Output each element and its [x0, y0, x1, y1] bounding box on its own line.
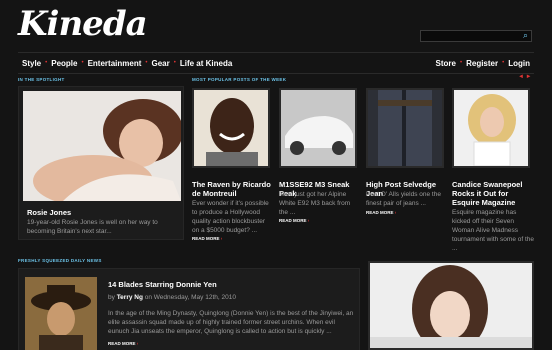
post-image — [368, 90, 442, 166]
read-more-link[interactable]: READ MORE › — [366, 210, 396, 215]
read-more-label: READ MORE — [366, 210, 394, 215]
byline-prefix: by — [108, 294, 115, 301]
main-nav: Style • People • Entertainment • Gear • … — [18, 52, 534, 74]
spotlight-text: 19-year-old Rosie Jones is well on her w… — [27, 219, 158, 235]
post-text: Ever wonder if it's possible to produce … — [192, 200, 269, 234]
popular-post[interactable]: M1SSE92 M3 Sneak Peak Tami just got her … — [279, 88, 359, 224]
post-text: Tami just got her Alpine White E92 M3 ba… — [279, 191, 351, 216]
arrow-icon: › — [136, 341, 139, 346]
nav-item-register[interactable]: Register — [462, 59, 502, 68]
nav-item-people[interactable]: People — [47, 59, 81, 68]
spotlight-label: IN THE SPOTLIGHT — [18, 77, 65, 82]
carousel-arrows[interactable]: ◄ ► — [518, 74, 532, 80]
nav-item-entertainment[interactable]: Entertainment — [84, 59, 146, 68]
post-thumbnail[interactable] — [192, 88, 270, 168]
arrow-icon: › — [307, 218, 310, 223]
popular-post[interactable]: Candice Swanepoel Rocks it Out for Esqui… — [452, 88, 538, 252]
nav-item-store[interactable]: Store — [432, 59, 460, 68]
news-byline: by Terry Ng on Wednesday, May 12th, 2010 — [108, 294, 236, 301]
read-more-label: READ MORE — [279, 218, 307, 223]
site-header: Kineda ⌕ Style • People • Entertainment … — [0, 0, 552, 80]
post-image — [281, 90, 355, 166]
featured-image — [370, 263, 532, 348]
read-more-link[interactable]: READ MORE › — [192, 236, 222, 241]
nav-item-life-at-kineda[interactable]: Life at Kineda — [176, 59, 236, 68]
post-text: Post O' Alls yields one the finest pair … — [366, 191, 441, 207]
post-title[interactable]: Candice Swanepoel Rocks it Out for Esqui… — [452, 180, 536, 207]
post-image — [454, 90, 528, 166]
search-icon[interactable]: ⌕ — [523, 30, 528, 41]
search-input[interactable]: ⌕ — [420, 30, 532, 42]
nav-right: Store • Register • Login — [432, 59, 534, 68]
nav-item-gear[interactable]: Gear — [147, 59, 173, 68]
popular-post[interactable]: The Raven by Ricardo de Montreuil Ever w… — [192, 88, 272, 244]
spotlight-image — [23, 91, 181, 201]
site-logo[interactable]: Kineda — [18, 4, 148, 44]
arrow-icon: › — [220, 236, 223, 241]
featured-photo[interactable] — [368, 261, 534, 350]
news-photo[interactable] — [25, 277, 97, 350]
post-thumbnail[interactable] — [366, 88, 444, 168]
post-title[interactable]: The Raven by Ricardo de Montreuil — [192, 180, 276, 198]
read-more-label: READ MORE — [192, 236, 220, 241]
fresh-label: FRESHLY SQUEEZED DAILY NEWS — [18, 258, 102, 263]
spotlight-photo[interactable] — [23, 91, 181, 201]
news-card[interactable]: 14 Blades Starring Donnie Yen by Terry N… — [18, 268, 360, 350]
read-more-link[interactable]: READ MORE › — [108, 341, 138, 346]
arrow-icon: › — [394, 210, 397, 215]
post-thumbnail[interactable] — [452, 88, 530, 168]
post-text: Esquire magazine has kicked off their Se… — [452, 209, 535, 252]
news-image — [25, 277, 97, 350]
read-more-label: READ MORE — [108, 341, 136, 346]
post-thumbnail[interactable] — [279, 88, 357, 168]
post-image — [194, 90, 268, 166]
nav-left: Style • People • Entertainment • Gear • … — [18, 59, 236, 68]
news-author[interactable]: Terry Ng — [117, 294, 143, 301]
popular-label: MOST POPULAR POSTS OF THE WEEK — [192, 77, 287, 82]
spotlight-card[interactable]: Rosie Jones 19-year-old Rosie Jones is w… — [18, 86, 184, 240]
spotlight-title[interactable]: Rosie Jones — [27, 208, 71, 217]
read-more-link[interactable]: READ MORE › — [279, 218, 309, 223]
news-date: on Wednesday, May 12th, 2010 — [144, 294, 236, 301]
popular-post[interactable]: High Post Selvedge Jean Post O' Alls yie… — [366, 88, 446, 224]
nav-item-style[interactable]: Style — [18, 59, 45, 68]
news-text: In the age of the Ming Dynasty, Quinglon… — [108, 310, 354, 335]
news-title[interactable]: 14 Blades Starring Donnie Yen — [108, 280, 217, 289]
nav-item-login[interactable]: Login — [504, 59, 534, 68]
